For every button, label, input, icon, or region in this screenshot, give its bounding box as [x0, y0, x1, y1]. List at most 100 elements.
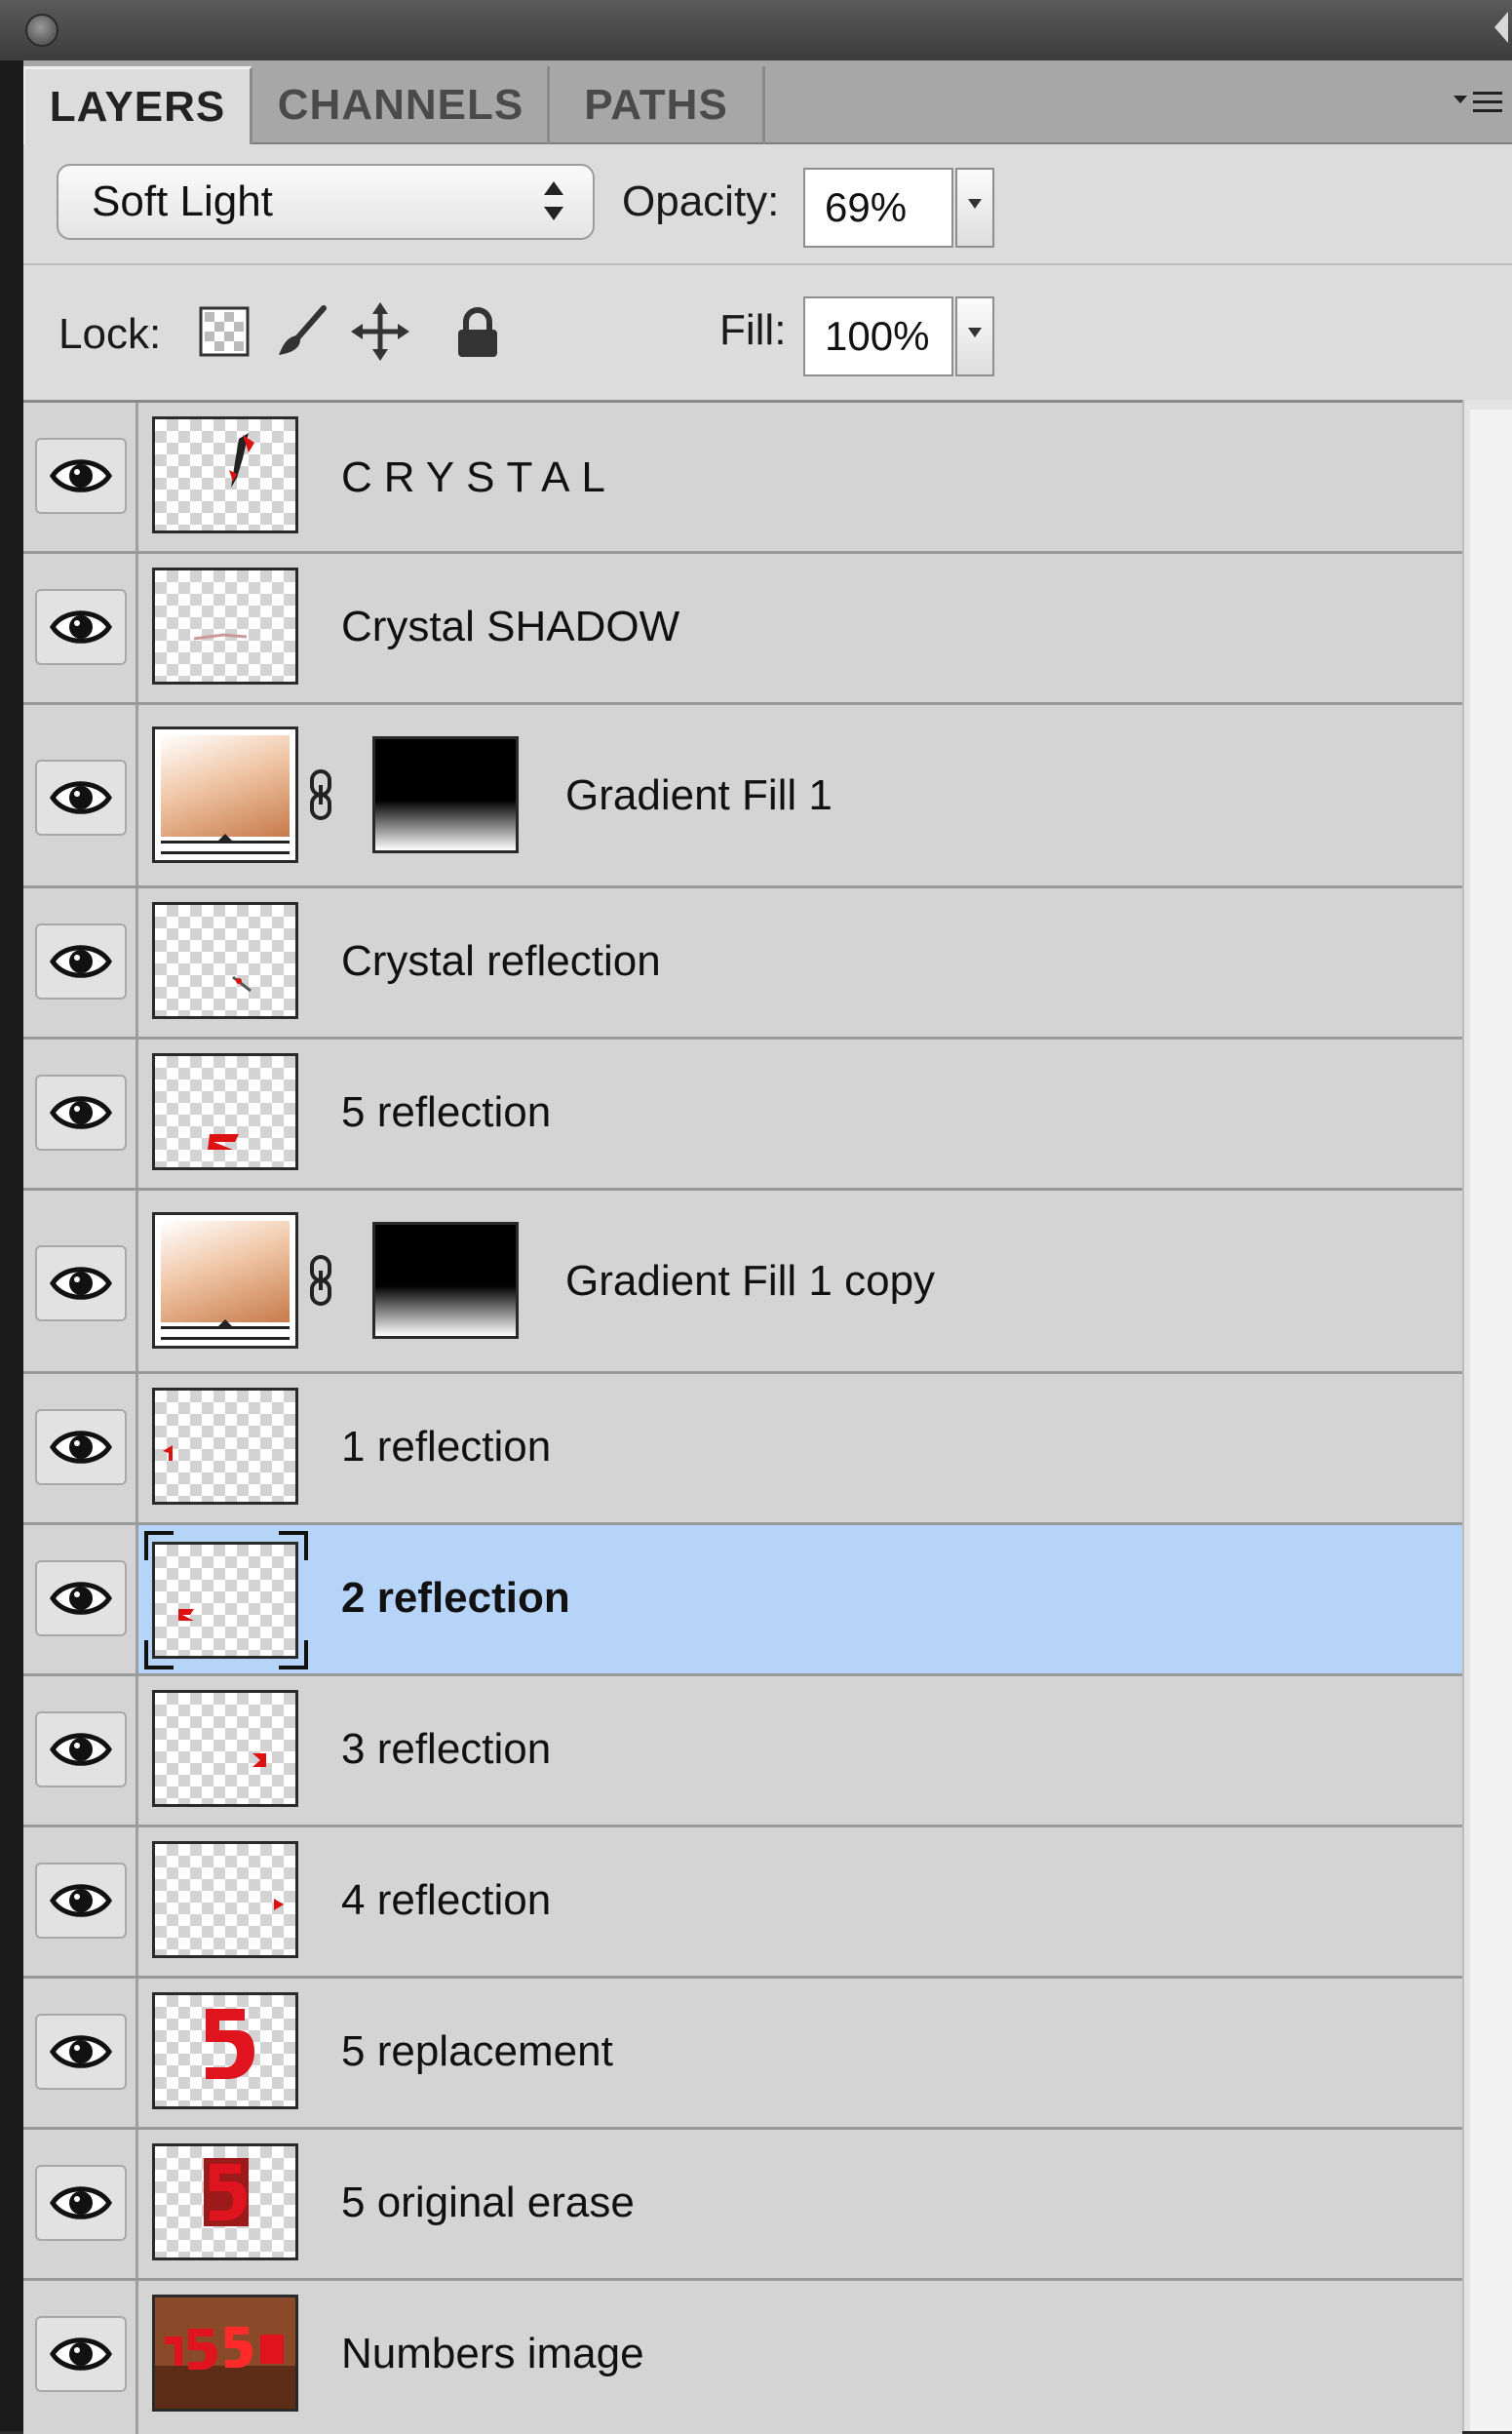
lock-transparency-icon[interactable] [195, 302, 253, 361]
layer-mask-thumbnail[interactable] [372, 736, 519, 853]
layer-name: 5 reflection [341, 1088, 552, 1136]
layer-thumbnail[interactable] [152, 1690, 298, 1807]
eye-icon[interactable] [35, 1075, 127, 1151]
lock-brush-icon[interactable] [273, 302, 331, 361]
fill-dropdown-button[interactable] [955, 296, 994, 376]
layer-row-gradient-fill-1-copy[interactable]: Gradient Fill 1 copy [23, 1191, 1462, 1374]
layer-name: Numbers image [341, 2330, 644, 2377]
panel-tab-bar: LAYERS CHANNELS PATHS [23, 60, 1512, 144]
layer-name: Crystal reflection [341, 937, 661, 985]
lock-move-icon[interactable] [351, 302, 409, 361]
layer-name: 1 reflection [341, 1423, 552, 1471]
layer-row-1-reflection[interactable]: 1 reflection [23, 1374, 1462, 1525]
tab-paths[interactable]: PATHS [550, 66, 765, 144]
layer-name: 4 reflection [341, 1876, 552, 1924]
layer-row-5-reflection[interactable]: 5 reflection [23, 1040, 1462, 1191]
layer-options-bar: Soft Light Opacity: 69% Lock: Fill: 100% [23, 144, 1512, 400]
visibility-cell [23, 2130, 138, 2278]
visibility-cell [23, 1191, 138, 1371]
eye-icon[interactable] [35, 1863, 127, 1939]
layer-name: 2 reflection [341, 1574, 570, 1622]
close-icon[interactable] [25, 14, 58, 47]
layer-row-gradient-fill-1[interactable]: Gradient Fill 1 [23, 705, 1462, 888]
panel-left-edge [0, 60, 23, 2431]
gradient-thumbnail[interactable] [152, 726, 298, 863]
eye-icon[interactable] [35, 2316, 127, 2392]
visibility-cell [23, 1827, 138, 1976]
visibility-cell [23, 1676, 138, 1825]
layer-name: Gradient Fill 1 copy [565, 1257, 936, 1305]
layer-name: 3 reflection [341, 1725, 552, 1773]
opacity-field[interactable]: 69% [803, 168, 953, 248]
visibility-cell [23, 1979, 138, 2127]
eye-icon[interactable] [35, 438, 127, 514]
tab-channels[interactable]: CHANNELS [254, 66, 550, 144]
layer-thumbnail[interactable] [152, 1841, 298, 1958]
opacity-label: Opacity: [622, 177, 780, 225]
eye-icon[interactable] [35, 1245, 127, 1321]
layer-row-5-replacement[interactable]: 5 replacement [23, 1979, 1462, 2130]
visibility-cell [23, 1040, 138, 1188]
opacity-dropdown-button[interactable] [955, 168, 994, 248]
visibility-cell [23, 705, 138, 885]
layer-thumbnail[interactable] [152, 1388, 298, 1505]
layer-row-2-reflection[interactable]: 2 reflection [23, 1525, 1462, 1676]
fill-field[interactable]: 100% [803, 296, 953, 376]
layer-row-crystal[interactable]: CRYSTAL [23, 403, 1462, 554]
layer-row-crystal-reflection[interactable]: Crystal reflection [23, 888, 1462, 1040]
gradient-swatch [161, 1221, 290, 1322]
layer-name: CRYSTAL [341, 453, 617, 501]
visibility-cell [23, 403, 138, 551]
gradient-thumbnail[interactable] [152, 1212, 298, 1349]
chain-link-icon[interactable] [306, 767, 335, 822]
eye-icon[interactable] [35, 1711, 127, 1787]
eye-icon[interactable] [35, 2014, 127, 2090]
layer-thumbnail[interactable] [152, 416, 298, 533]
visibility-cell [23, 888, 138, 1037]
visibility-cell [23, 1374, 138, 1522]
layer-name: 5 replacement [341, 2027, 613, 2075]
layer-thumbnail[interactable] [152, 2295, 298, 2412]
eye-icon[interactable] [35, 760, 127, 836]
scroll-track[interactable] [1470, 410, 1512, 2431]
eye-icon[interactable] [35, 1409, 127, 1485]
layer-name: Crystal SHADOW [341, 603, 680, 650]
layer-thumbnail[interactable] [152, 568, 298, 685]
eye-icon[interactable] [35, 1560, 127, 1636]
eye-icon[interactable] [35, 2165, 127, 2241]
chain-link-icon[interactable] [306, 1253, 335, 1308]
layers-list: CRYSTAL Crystal SHADOW Gradient Fill 1 C… [23, 400, 1462, 2434]
lock-label: Lock: [58, 310, 162, 358]
layer-row-numbers-image[interactable]: Numbers image [23, 2281, 1462, 2434]
panel-title-bar[interactable] [0, 0, 1512, 62]
layer-thumbnail[interactable] [152, 902, 298, 1019]
layer-thumbnail[interactable] [152, 1053, 298, 1170]
gradient-bar [161, 1319, 290, 1340]
layer-thumbnail[interactable] [152, 1542, 298, 1659]
visibility-cell [23, 2281, 138, 2434]
layer-row-4-reflection[interactable]: 4 reflection [23, 1827, 1462, 1979]
collapse-arrow-icon[interactable] [1494, 12, 1508, 43]
lock-all-icon[interactable] [448, 302, 507, 361]
layer-name: 5 original erase [341, 2179, 635, 2226]
fill-label: Fill: [719, 306, 787, 354]
layer-row-3-reflection[interactable]: 3 reflection [23, 1676, 1462, 1827]
layer-row-5-original-erase[interactable]: 5 original erase [23, 2130, 1462, 2281]
layer-name: Gradient Fill 1 [565, 771, 833, 819]
visibility-cell [23, 1525, 138, 1673]
layer-thumbnail[interactable] [152, 2143, 298, 2260]
blend-mode-value: Soft Light [92, 177, 273, 225]
tab-layers[interactable]: LAYERS [23, 66, 252, 144]
layer-row-crystal-shadow[interactable]: Crystal SHADOW [23, 554, 1462, 705]
gradient-swatch [161, 735, 290, 837]
panel-menu-icon[interactable] [1454, 86, 1504, 121]
blend-mode-select[interactable]: Soft Light [57, 164, 595, 240]
gradient-bar [161, 834, 290, 854]
eye-icon[interactable] [35, 923, 127, 1000]
options-divider [23, 263, 1512, 265]
eye-icon[interactable] [35, 589, 127, 665]
layers-panel: LAYERS CHANNELS PATHS Soft Light Opacity… [0, 0, 1512, 2434]
layer-thumbnail[interactable] [152, 1992, 298, 2109]
layer-mask-thumbnail[interactable] [372, 1222, 519, 1339]
select-arrows-icon [544, 181, 563, 220]
